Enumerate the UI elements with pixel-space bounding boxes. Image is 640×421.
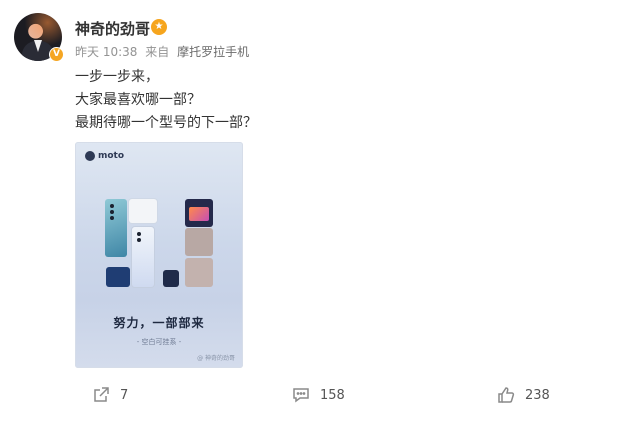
camera-dot xyxy=(137,238,141,242)
post-line: 一步一步来， xyxy=(75,69,159,85)
post-image[interactable]: moto 努力，一部部来 - 空白可挂系 - @ 神奇的劲哥 xyxy=(75,142,243,368)
post-line: 大家最喜欢哪一部？ xyxy=(75,92,201,108)
comment-count: 158 xyxy=(320,387,345,403)
fan-badge-icon[interactable]: ★ xyxy=(151,19,167,35)
comment-button[interactable]: 158 xyxy=(292,386,345,404)
post-text: 一步一步来， 大家最喜欢哪一部？ 最期待哪一个型号的下一部？ xyxy=(75,66,257,135)
flip-phone-render xyxy=(185,258,213,287)
flip-phone-render xyxy=(185,199,213,227)
post-time[interactable]: 昨天 10:38 xyxy=(75,45,137,59)
phone-render xyxy=(163,270,179,287)
flip-phone-render xyxy=(185,228,213,256)
moto-brand-text: moto xyxy=(98,151,125,161)
phone-render xyxy=(129,199,157,223)
comment-icon xyxy=(292,386,310,404)
verified-badge-icon: V xyxy=(49,47,64,62)
post-meta: 昨天 10:38 来自 摩托罗拉手机 xyxy=(75,43,253,60)
poster-slogan: 努力，一部部来 xyxy=(113,316,205,330)
poster-subslogan: - 空白可挂系 - xyxy=(136,338,182,346)
phone-render xyxy=(132,227,154,287)
action-bar: 7 158 238 xyxy=(0,386,640,408)
camera-dot xyxy=(110,204,114,208)
phone-render xyxy=(105,199,127,257)
thumbs-up-icon xyxy=(497,386,515,404)
image-watermark: @ 神奇的劲哥 xyxy=(197,355,235,362)
share-button[interactable]: 7 xyxy=(92,386,128,404)
post-source[interactable]: 摩托罗拉手机 xyxy=(177,45,249,59)
username[interactable]: 神奇的劲哥 xyxy=(75,18,150,39)
post-line: 最期待哪一个型号的下一部？ xyxy=(75,115,257,131)
share-count: 7 xyxy=(120,387,129,403)
moto-logo: moto xyxy=(85,151,124,161)
like-button[interactable]: 238 xyxy=(497,386,550,404)
camera-dot xyxy=(137,232,141,236)
moto-logo-icon xyxy=(85,151,95,161)
camera-dot xyxy=(110,210,114,214)
like-count: 238 xyxy=(525,387,550,403)
source-prefix: 来自 xyxy=(145,45,170,59)
camera-dot xyxy=(110,216,114,220)
share-icon xyxy=(92,386,110,404)
phone-render xyxy=(106,267,130,287)
